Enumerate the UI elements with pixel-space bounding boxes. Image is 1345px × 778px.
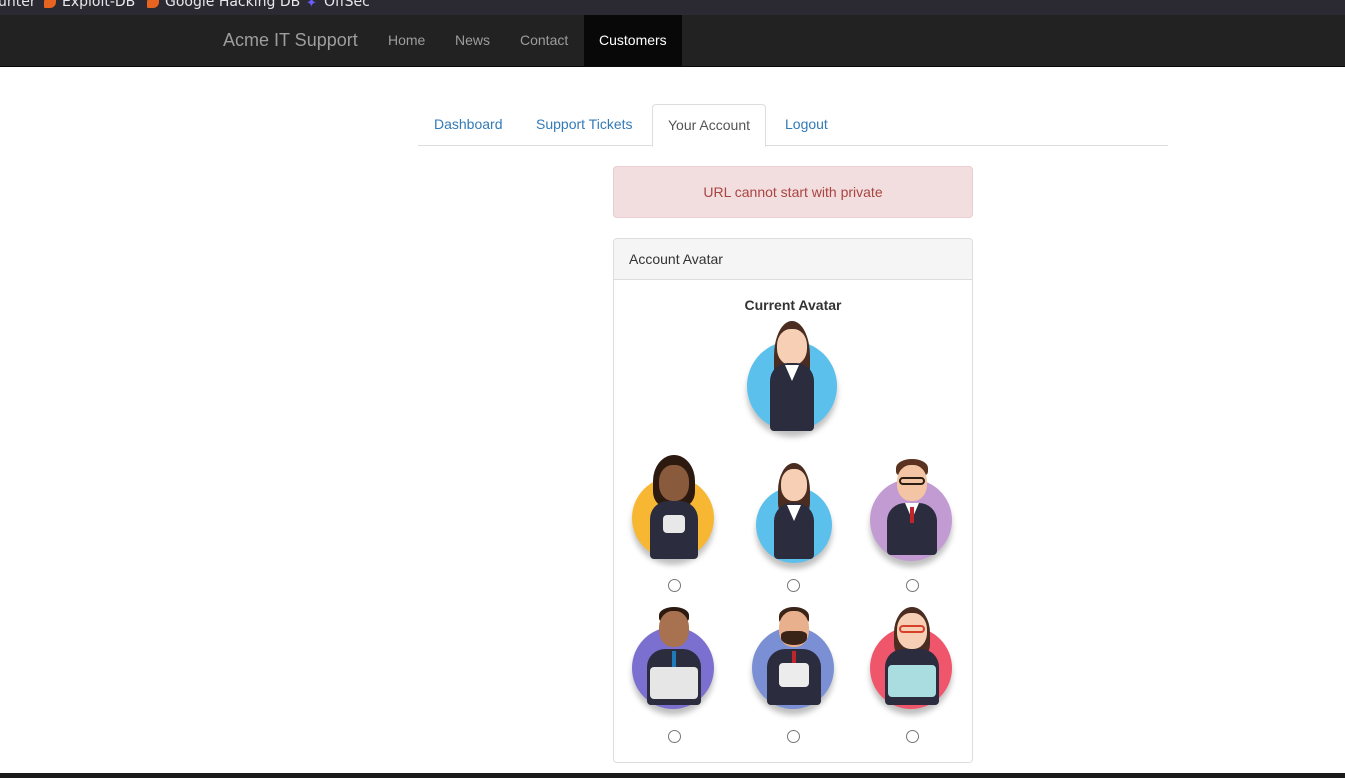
bookmark-offsec[interactable]: ✦ OffSec xyxy=(306,0,370,11)
bookmark-label: Google Hacking DB xyxy=(165,0,301,10)
avatar-shirt xyxy=(785,365,799,381)
avatar-radio-1[interactable] xyxy=(668,579,681,592)
avatar-option-4[interactable] xyxy=(632,605,716,709)
error-alert: URL cannot start with private xyxy=(613,166,973,218)
tab-logout[interactable]: Logout xyxy=(770,104,843,144)
bookmark-item[interactable]: unter xyxy=(0,0,36,10)
nav-news[interactable]: News xyxy=(440,15,505,66)
current-avatar-label: Current Avatar xyxy=(744,297,842,313)
bookmark-label: unter xyxy=(0,0,36,10)
browser-bottom-edge xyxy=(0,773,1345,778)
offsec-icon: ✦ xyxy=(306,0,317,11)
bookmark-exploit-db[interactable]: Exploit-DB xyxy=(44,0,135,10)
tab-your-account[interactable]: Your Account xyxy=(652,104,766,147)
tab-dashboard[interactable]: Dashboard xyxy=(419,104,518,144)
nav-home[interactable]: Home xyxy=(373,15,440,66)
account-avatar-panel: Account Avatar Current Avatar xyxy=(613,238,973,763)
avatar-radio-5[interactable] xyxy=(787,730,800,743)
current-avatar-image xyxy=(747,321,837,431)
avatar-option-1[interactable] xyxy=(632,455,716,559)
avatar-radio-4[interactable] xyxy=(668,730,681,743)
exploit-db-icon xyxy=(44,0,56,8)
nav-contact[interactable]: Contact xyxy=(505,15,583,66)
avatar-radio-6[interactable] xyxy=(906,730,919,743)
panel-title: Account Avatar xyxy=(614,239,972,280)
avatar-option-2[interactable] xyxy=(752,459,836,563)
account-tabs: Dashboard Support Tickets Your Account L… xyxy=(418,104,1168,147)
bookmark-google-hacking-db[interactable]: Google Hacking DB xyxy=(147,0,300,10)
avatar-face xyxy=(777,329,807,365)
bookmark-label: OffSec xyxy=(324,0,370,10)
exploit-db-icon xyxy=(147,0,159,8)
nav-customers[interactable]: Customers xyxy=(584,15,682,66)
avatar-radio-3[interactable] xyxy=(906,579,919,592)
navbar: Acme IT Support Home News Contact Custom… xyxy=(0,15,1345,67)
avatar-option-5[interactable] xyxy=(752,605,836,709)
bookmark-label: Exploit-DB xyxy=(62,0,136,10)
tab-support-tickets[interactable]: Support Tickets xyxy=(521,104,648,144)
bookmarks-toolbar: unter Exploit-DB Google Hacking DB ✦ OffS… xyxy=(0,0,1345,15)
brand-link[interactable]: Acme IT Support xyxy=(223,30,358,51)
avatar-radio-2[interactable] xyxy=(787,579,800,592)
avatar-option-3[interactable] xyxy=(870,457,954,561)
avatar-option-6[interactable] xyxy=(870,605,954,709)
